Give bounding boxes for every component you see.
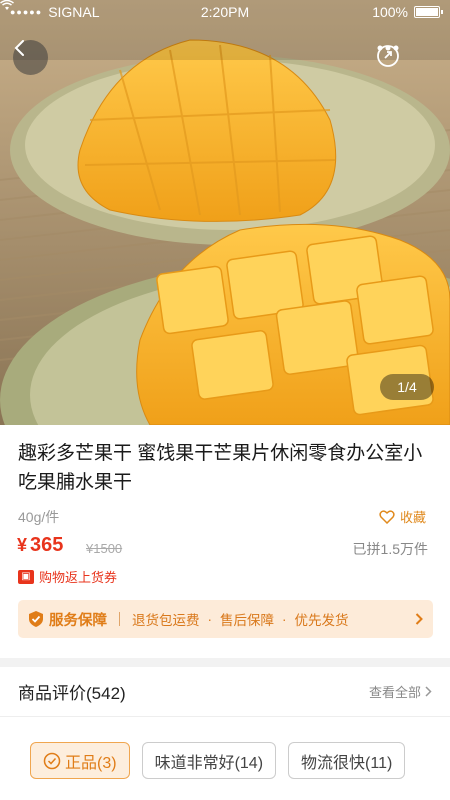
shield-icon (29, 611, 43, 627)
battery-icon (414, 6, 443, 18)
service-item: 退货包运费 (132, 613, 200, 628)
cashback-promo[interactable]: ▣ 购物返上货券 (18, 567, 117, 586)
heart-icon (379, 509, 395, 524)
review-tag-taste[interactable]: 味道非常好(14) (141, 742, 277, 779)
favorite-button[interactable]: 收藏 (379, 507, 426, 526)
signal-strength-icon: ●●●●● (10, 7, 43, 17)
review-tag-shipping[interactable]: 物流很快(11) (288, 742, 406, 779)
product-unit: 40g/件 (18, 509, 60, 525)
price-value: 365 (30, 534, 64, 556)
chevron-left-icon (14, 40, 24, 56)
carrier-label: SIGNAL (48, 4, 100, 20)
tag-label: 正品(3) (65, 754, 117, 772)
service-item: 优先发货 (294, 613, 349, 628)
divider (119, 612, 120, 626)
cashback-label: 购物返上货券 (39, 570, 118, 585)
currency-symbol: ¥ (17, 535, 28, 555)
chevron-right-icon (425, 686, 432, 697)
product-title: 趣彩多芒果干 蜜饯果干芒果片休闲零食办公室小吃果脯水果干 (18, 443, 423, 493)
sold-count: 已拼1.5万件 (352, 541, 428, 557)
tag-label: 味道非常好(14) (154, 754, 264, 772)
favorite-label: 收藏 (399, 510, 426, 525)
check-circle-icon (43, 752, 61, 769)
wifi-icon (0, 0, 14, 10)
service-title: 服务保障 (49, 612, 107, 629)
image-pager: 1/4 (380, 374, 434, 400)
more-button[interactable] (377, 44, 440, 70)
tag-label: 物流很快(11) (301, 754, 393, 772)
status-bar: ●●●●● SIGNAL 2:20PM 100% (0, 0, 450, 24)
bullet-separator: · (207, 611, 213, 627)
product-info: 趣彩多芒果干 蜜饯果干芒果片休闲零食办公室小吃果脯水果干 40g/件 收藏 ¥3… (0, 425, 450, 658)
coupon-icon: ▣ (18, 569, 34, 584)
reviews-title: 商品评价(542) (18, 684, 126, 703)
view-all-label: 查看全部 (368, 685, 421, 700)
view-all-reviews-link[interactable]: 查看全部 (369, 682, 432, 701)
current-price: ¥365 (17, 534, 63, 557)
more-icon (377, 45, 399, 51)
bullet-separator: · (282, 611, 287, 627)
service-guarantee-bar[interactable]: 服务保障 退货包运费 · 售后保障 · 优先发货 (18, 600, 433, 638)
battery-percent: 100% (372, 4, 408, 20)
clock: 2:20PM (200, 4, 250, 20)
back-button[interactable] (13, 40, 48, 75)
original-price: ¥1500 (86, 541, 123, 556)
product-image-gallery[interactable]: ●●●●● SIGNAL 2:20PM 100% 1/4 (0, 0, 450, 425)
reviews-section: 商品评价(542) 查看全部 正品(3) 味道非常好(14) 物流很快(11) (0, 667, 450, 800)
chevron-right-icon (415, 613, 423, 625)
service-item: 售后保障 (220, 613, 274, 628)
review-tag-authentic[interactable]: 正品(3) (30, 742, 130, 779)
